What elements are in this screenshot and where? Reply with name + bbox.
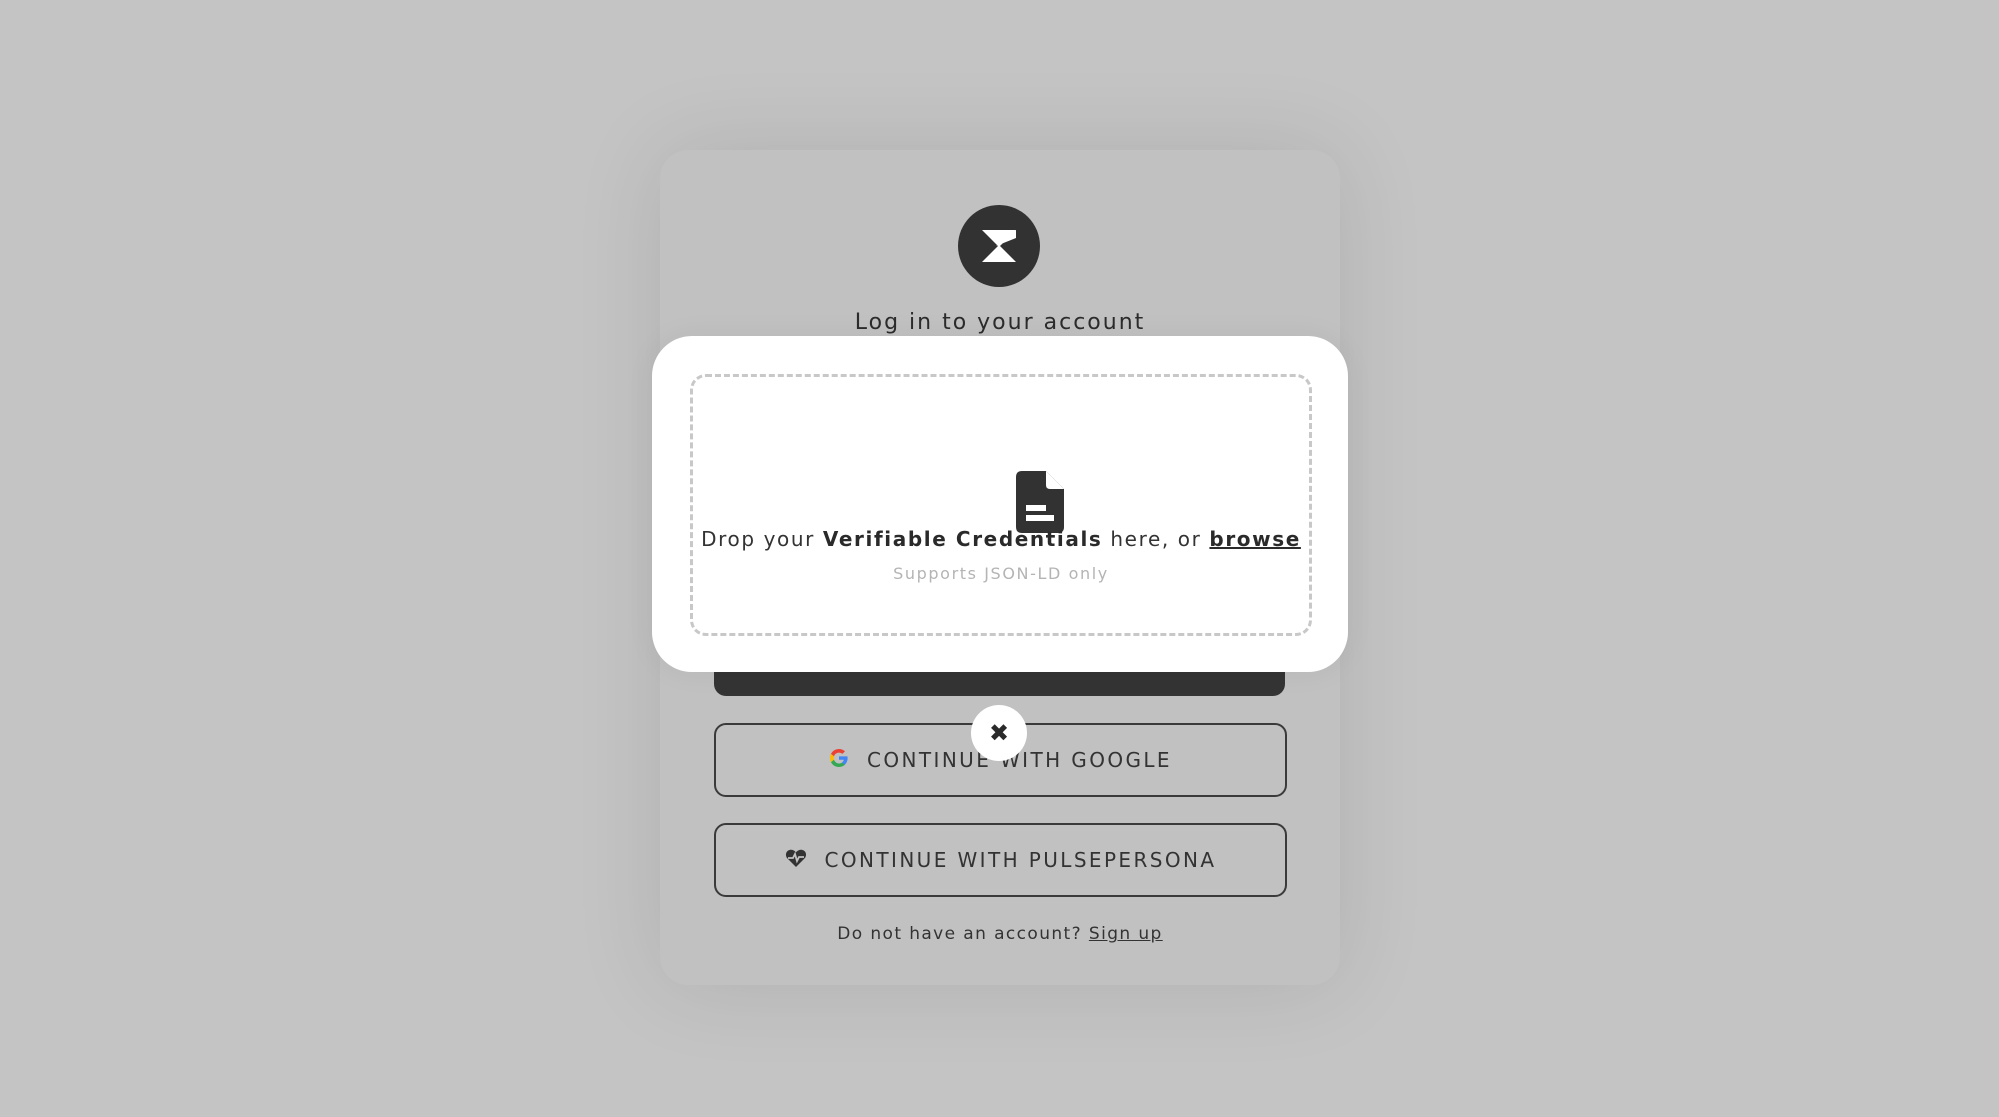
dropzone-instruction: Drop your Verifiable Credentials here, o… (693, 527, 1309, 551)
login-title: Log in to your account (854, 310, 1146, 335)
drop-middle: here, or (1110, 527, 1202, 551)
browse-link[interactable]: browse (1209, 527, 1300, 551)
drop-credentials-emphasis: Verifiable Credentials (822, 527, 1103, 551)
pulsepersona-button-label: CONTINUE WITH PULSEPERSONA (824, 848, 1217, 872)
logo-icon (958, 205, 1040, 287)
google-icon (829, 748, 849, 773)
close-modal-button[interactable]: ✖ (971, 705, 1027, 761)
signup-line: Do not have an account? Sign up (660, 924, 1340, 944)
signup-prompt: Do not have an account? (837, 924, 1083, 944)
credential-upload-modal: Drop your Verifiable Credentials here, o… (652, 336, 1348, 672)
close-icon: ✖ (988, 719, 1010, 747)
continue-with-pulsepersona-button[interactable]: CONTINUE WITH PULSEPERSONA (714, 823, 1287, 897)
credential-dropzone[interactable]: Drop your Verifiable Credentials here, o… (690, 374, 1312, 636)
drop-prefix: Drop your (701, 527, 815, 551)
heart-pulse-icon (785, 848, 807, 873)
dropzone-format-hint: Supports JSON-LD only (893, 564, 1109, 583)
signup-link[interactable]: Sign up (1089, 924, 1163, 944)
page: Log in to your account CONTINUE WITH GOO… (0, 0, 1999, 1117)
